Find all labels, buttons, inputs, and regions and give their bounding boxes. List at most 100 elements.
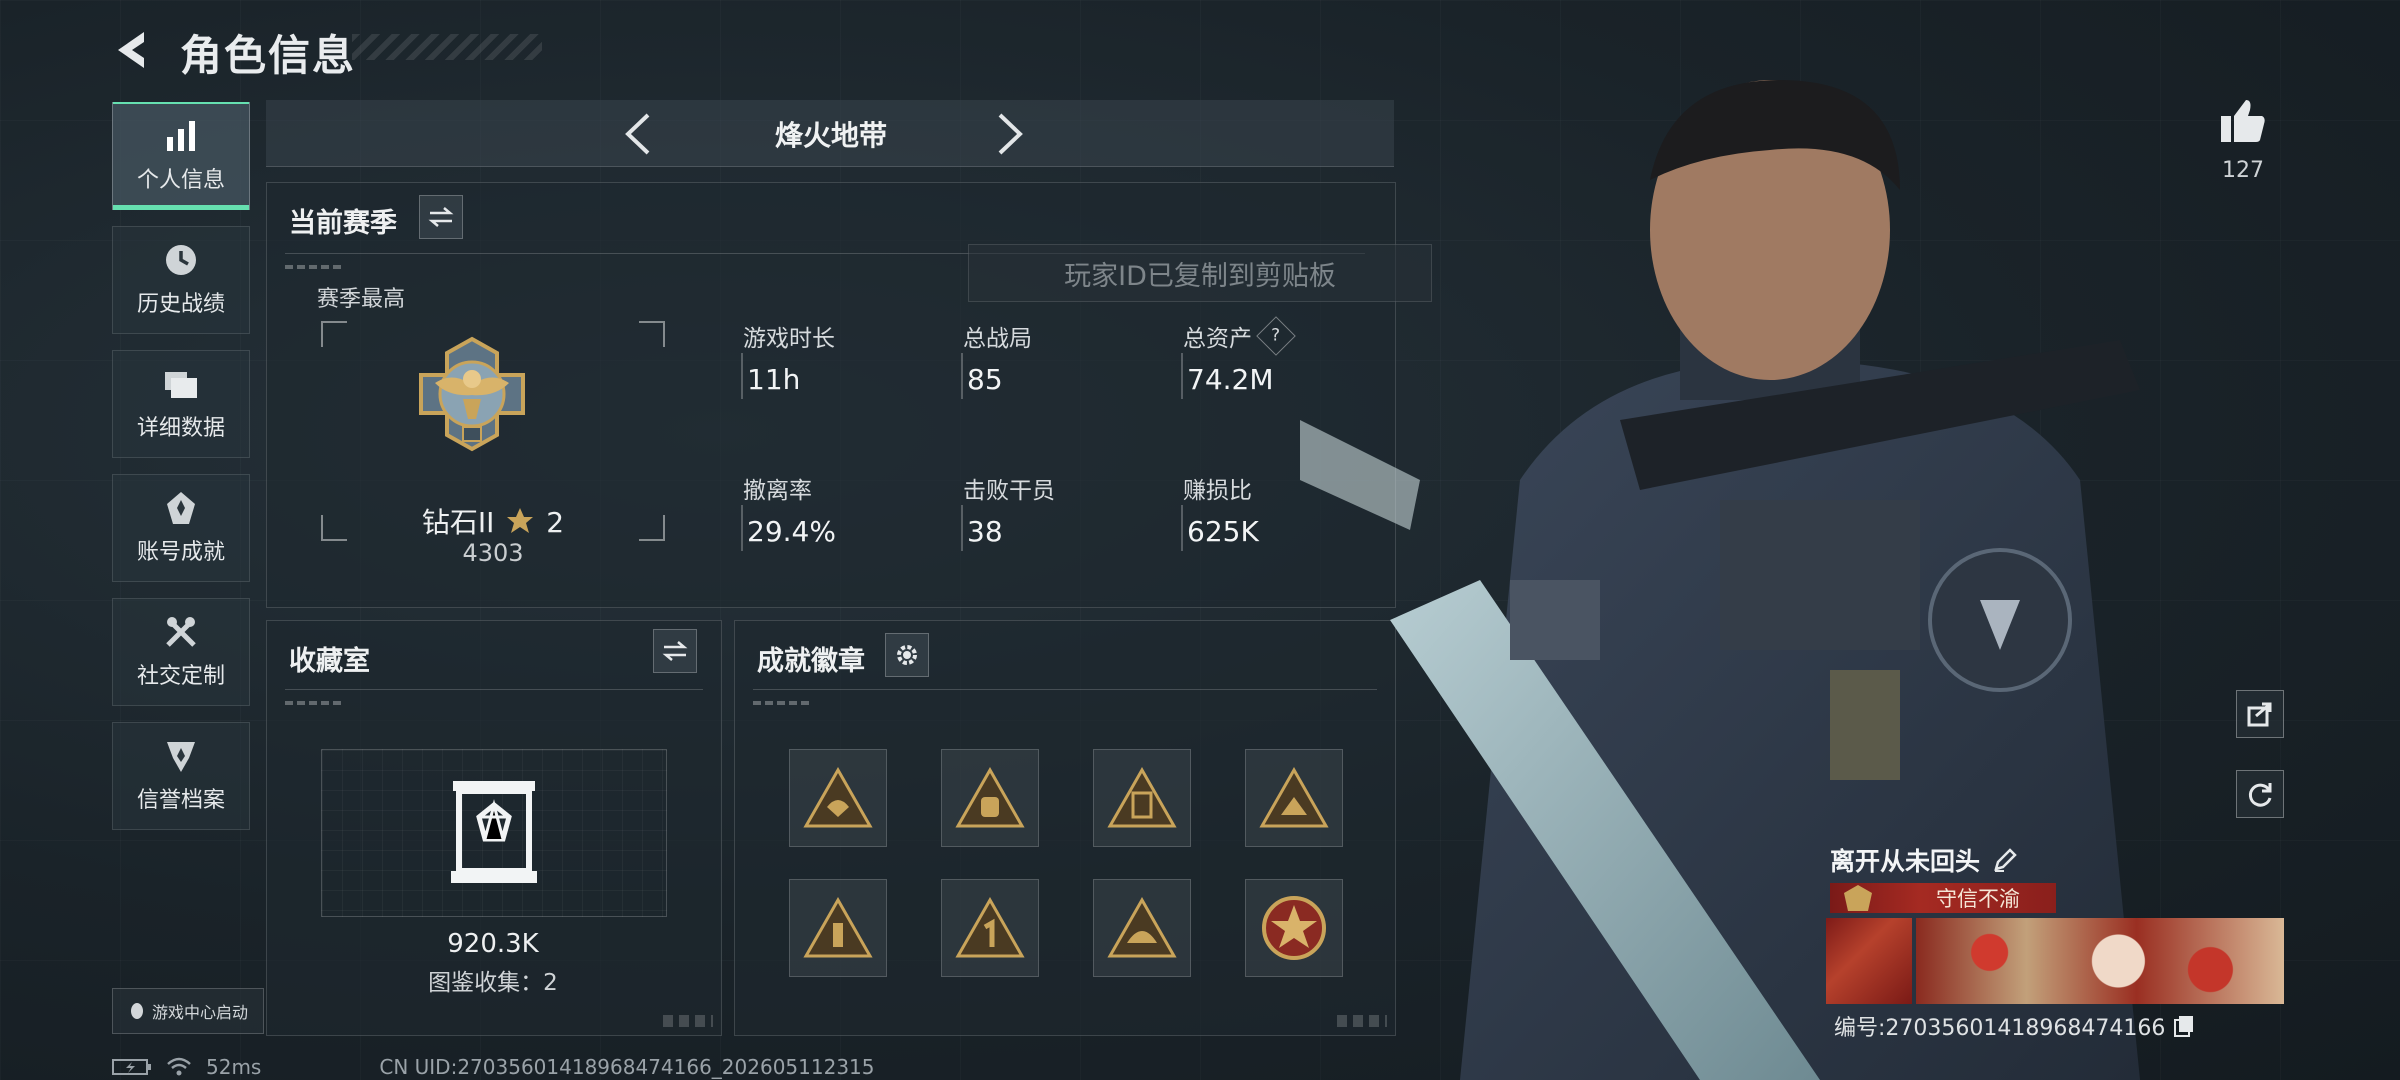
sidebar-item-personal-info[interactable]: 个人信息 [112, 102, 250, 210]
badge-number-one-icon [955, 897, 1025, 958]
rank-score: 4303 [462, 539, 524, 567]
copy-icon[interactable] [2173, 1014, 2195, 1038]
history-clock-icon [163, 242, 199, 278]
sidebar-item-social-custom[interactable]: 社交定制 [112, 598, 250, 706]
corner-decoration [663, 1015, 713, 1027]
refresh-icon [2248, 783, 2272, 807]
thumbs-up-icon[interactable] [2218, 96, 2268, 146]
next-mode-arrow-icon[interactable] [996, 112, 1026, 156]
stat-value: 11h [741, 353, 943, 399]
panel-tick-decoration [285, 265, 345, 269]
cn-uid: CN UID:27035601418968474166_202605112315 [379, 1055, 875, 1079]
tools-icon [163, 614, 199, 650]
gear-icon [897, 645, 917, 665]
diamond-rank-medal-icon [419, 336, 525, 452]
badge-slot[interactable] [789, 749, 887, 847]
folder-icon [163, 366, 199, 402]
badge-triangle-icon [803, 767, 873, 828]
stat-label: 总战局 [963, 326, 1032, 352]
badge-helmet-icon [1107, 897, 1177, 958]
badge-card-icon [1107, 767, 1177, 828]
badge-slot[interactable] [1093, 749, 1191, 847]
stat-extraction-rate: 撤离率 29.4% [741, 471, 943, 551]
collection-value: 920.3K [447, 929, 539, 959]
battery-charging-icon [112, 1059, 151, 1075]
mode-name: 烽火地带 [774, 119, 887, 152]
bar-chart-icon [163, 118, 199, 154]
share-icon [2247, 702, 2272, 727]
panel-divider [285, 689, 703, 690]
refresh-button[interactable] [2236, 770, 2284, 818]
qq-penguin-icon [130, 1003, 143, 1019]
ping-value: 52ms [206, 1055, 262, 1079]
banner-emblem[interactable] [1826, 918, 1912, 1004]
badges-panel: 成就徽章 [734, 620, 1396, 1036]
stat-play-time: 游戏时长 11h [741, 319, 943, 399]
game-center-launch-button[interactable]: 游戏中心启动 [112, 988, 264, 1034]
stat-total-matches: 总战局 85 [961, 319, 1163, 399]
display-case-icon [451, 781, 537, 883]
back-arrow-icon[interactable] [110, 28, 150, 72]
panel-tick-decoration [753, 701, 813, 705]
sidebar-item-label: 详细数据 [136, 416, 225, 441]
stat-label: 撤离率 [743, 478, 812, 504]
badge-settings-button[interactable] [885, 633, 929, 677]
sidebar-item-history[interactable]: 历史战绩 [112, 226, 250, 334]
share-button[interactable] [2236, 690, 2284, 738]
player-uid: 编号:27035601418968474166 [1834, 1016, 2166, 1041]
collection-count: 图鉴收集：2 [428, 970, 558, 996]
sidebar-item-label: 个人信息 [136, 168, 225, 193]
previous-mode-arrow-icon[interactable] [622, 112, 652, 156]
swap-arrows-icon [428, 207, 454, 227]
badge-flask-icon [803, 897, 873, 958]
swap-collection-button[interactable] [653, 629, 697, 673]
launch-label: 游戏中心启动 [151, 1003, 248, 1022]
sidebar-item-label: 社交定制 [136, 664, 225, 689]
badges-panel-title: 成就徽章 [757, 646, 865, 677]
name-card-banner[interactable] [1916, 918, 2284, 1004]
title-decoration [352, 34, 542, 60]
title-emblem-icon [1844, 885, 1872, 911]
sidebar-item-label: 历史战绩 [136, 292, 225, 317]
collection-panel: 收藏室 920.3K 图鉴收集：2 [266, 620, 722, 1036]
swap-season-button[interactable] [419, 195, 463, 239]
panel-divider [753, 689, 1377, 690]
swap-arrows-icon [662, 641, 688, 661]
stat-label: 总资产 [1183, 326, 1252, 352]
help-question-icon[interactable]: ? [1256, 316, 1296, 356]
sidebar-item-detailed-data[interactable]: 详细数据 [112, 350, 250, 458]
sidebar: 个人信息 历史战绩 详细数据 账号成就 社交定制 信誉档案 [112, 102, 250, 846]
rank-name: 钻石II [421, 506, 495, 539]
player-uid-row: 编号:27035601418968474166 [1834, 1010, 2195, 1042]
badge-bag-icon [955, 767, 1025, 828]
player-title: 守信不渝 [1936, 887, 2020, 911]
badge-slot[interactable] [941, 879, 1039, 977]
achievement-icon [163, 490, 199, 526]
stat-value: 38 [961, 505, 1163, 551]
edit-pencil-icon[interactable] [1992, 847, 2018, 873]
rank-display: 钻石II 2 [267, 501, 719, 541]
badge-slot[interactable] [1093, 879, 1191, 977]
wifi-icon [167, 1057, 191, 1076]
mode-selector: 烽火地带 [266, 100, 1394, 167]
season-best-label: 赛季最高 [317, 287, 406, 312]
badge-slot[interactable] [941, 749, 1039, 847]
sidebar-item-reputation[interactable]: 信誉档案 [112, 722, 250, 830]
stat-operators-defeated: 击败干员 38 [961, 471, 1163, 551]
season-panel-title: 当前赛季 [289, 208, 397, 239]
player-name-row: 离开从未回头 [1830, 842, 2018, 878]
status-bar: 52ms CN UID:27035601418968474166_2026051… [112, 1054, 875, 1080]
stat-value: 85 [961, 353, 1163, 399]
collection-panel-title: 收藏室 [289, 646, 370, 677]
sidebar-item-label: 账号成就 [136, 540, 225, 565]
stat-value: 29.4% [741, 505, 943, 551]
reputation-icon [163, 738, 199, 774]
sidebar-item-label: 信誉档案 [136, 788, 225, 813]
rank-star-icon [507, 508, 534, 533]
stat-label: 击败干员 [963, 478, 1055, 504]
badge-slot[interactable] [789, 879, 887, 977]
panel-tick-decoration [285, 701, 345, 705]
player-title-strip: 守信不渝 [1830, 883, 2056, 913]
sidebar-item-achievements[interactable]: 账号成就 [112, 474, 250, 582]
page-title: 角色信息 [180, 31, 357, 80]
